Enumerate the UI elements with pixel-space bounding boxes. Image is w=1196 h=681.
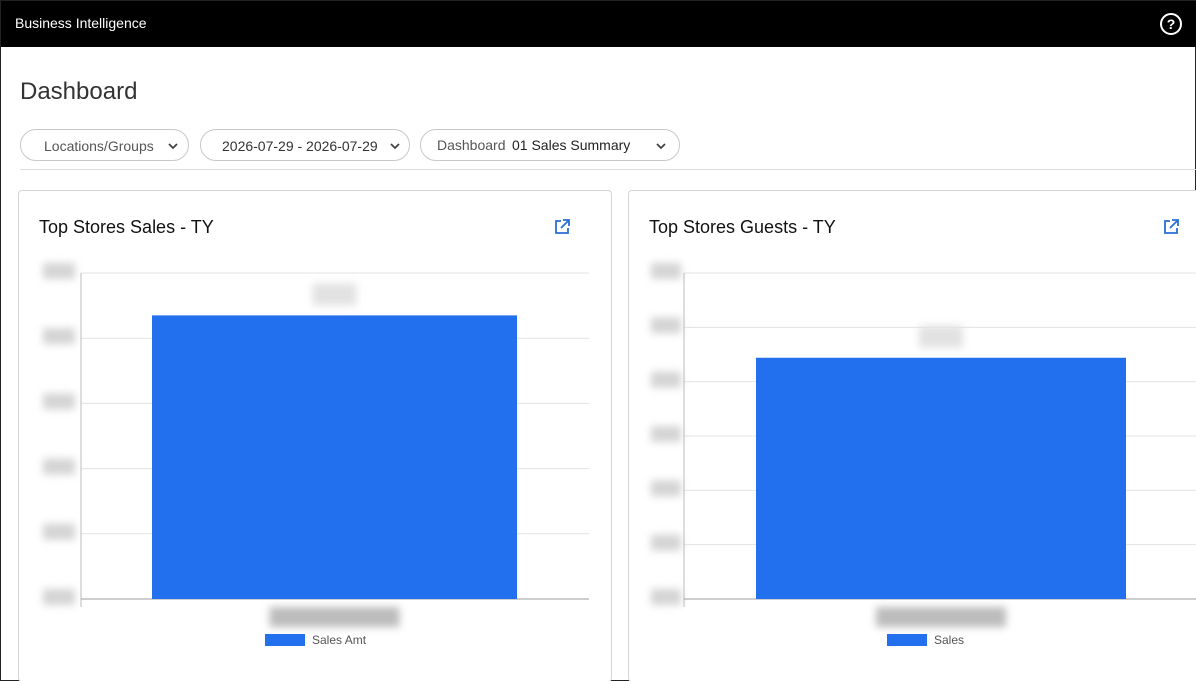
y-tick-label-obscured <box>651 534 681 551</box>
legend-label: Sales Amt <box>312 633 367 647</box>
date-range-dropdown[interactable]: 2026-07-29 - 2026-07-29 <box>200 129 410 161</box>
y-tick-label-obscured <box>43 523 75 540</box>
top-stores-sales-card: Top Stores Sales - TY Sales Amt <box>18 190 612 681</box>
dashboard-select-dropdown[interactable]: Dashboard 01 Sales Summary <box>420 129 680 161</box>
bar <box>756 357 1126 599</box>
y-tick-label-obscured <box>651 426 681 442</box>
category-label-obscured <box>876 607 1006 627</box>
top-bar: Business Intelligence ? <box>1 1 1196 47</box>
dashboard-select-label: Dashboard <box>437 137 506 153</box>
bar <box>152 315 517 599</box>
chevron-down-icon <box>168 143 178 150</box>
date-range-label: 2026-07-29 - 2026-07-29 <box>222 138 378 154</box>
sales-bar-chart: Sales Amt <box>43 263 589 647</box>
legend-swatch <box>887 634 927 646</box>
guests-bar-chart: Sales <box>651 263 1196 647</box>
y-tick-label-obscured <box>43 328 75 345</box>
dashboard-select-value: 01 Sales Summary <box>512 137 631 153</box>
app-title: Business Intelligence <box>15 15 147 31</box>
chevron-down-icon <box>656 143 666 150</box>
data-label-obscured <box>312 283 357 306</box>
locations-filter-dropdown[interactable]: Locations/Groups <box>20 129 189 161</box>
y-tick-label-obscured <box>651 317 681 334</box>
y-tick-label-obscured <box>651 480 681 497</box>
y-tick-label-obscured <box>651 589 681 605</box>
legend-label: Sales <box>934 633 964 647</box>
y-tick-label-obscured <box>43 589 75 605</box>
locations-filter-label: Locations/Groups <box>44 138 154 154</box>
data-label-obscured <box>919 325 963 348</box>
legend-swatch <box>265 634 305 646</box>
y-tick-label-obscured <box>651 263 681 279</box>
help-icon[interactable]: ? <box>1160 13 1182 35</box>
y-tick-label-obscured <box>43 393 75 410</box>
top-stores-guests-card: Top Stores Guests - TY Sales <box>628 190 1196 681</box>
filter-divider <box>20 169 1196 170</box>
category-label-obscured <box>269 607 400 627</box>
y-tick-label-obscured <box>43 458 75 475</box>
chevron-down-icon <box>390 143 400 150</box>
y-tick-label-obscured <box>43 263 75 279</box>
y-tick-label-obscured <box>651 371 681 388</box>
page-title: Dashboard <box>20 78 138 105</box>
